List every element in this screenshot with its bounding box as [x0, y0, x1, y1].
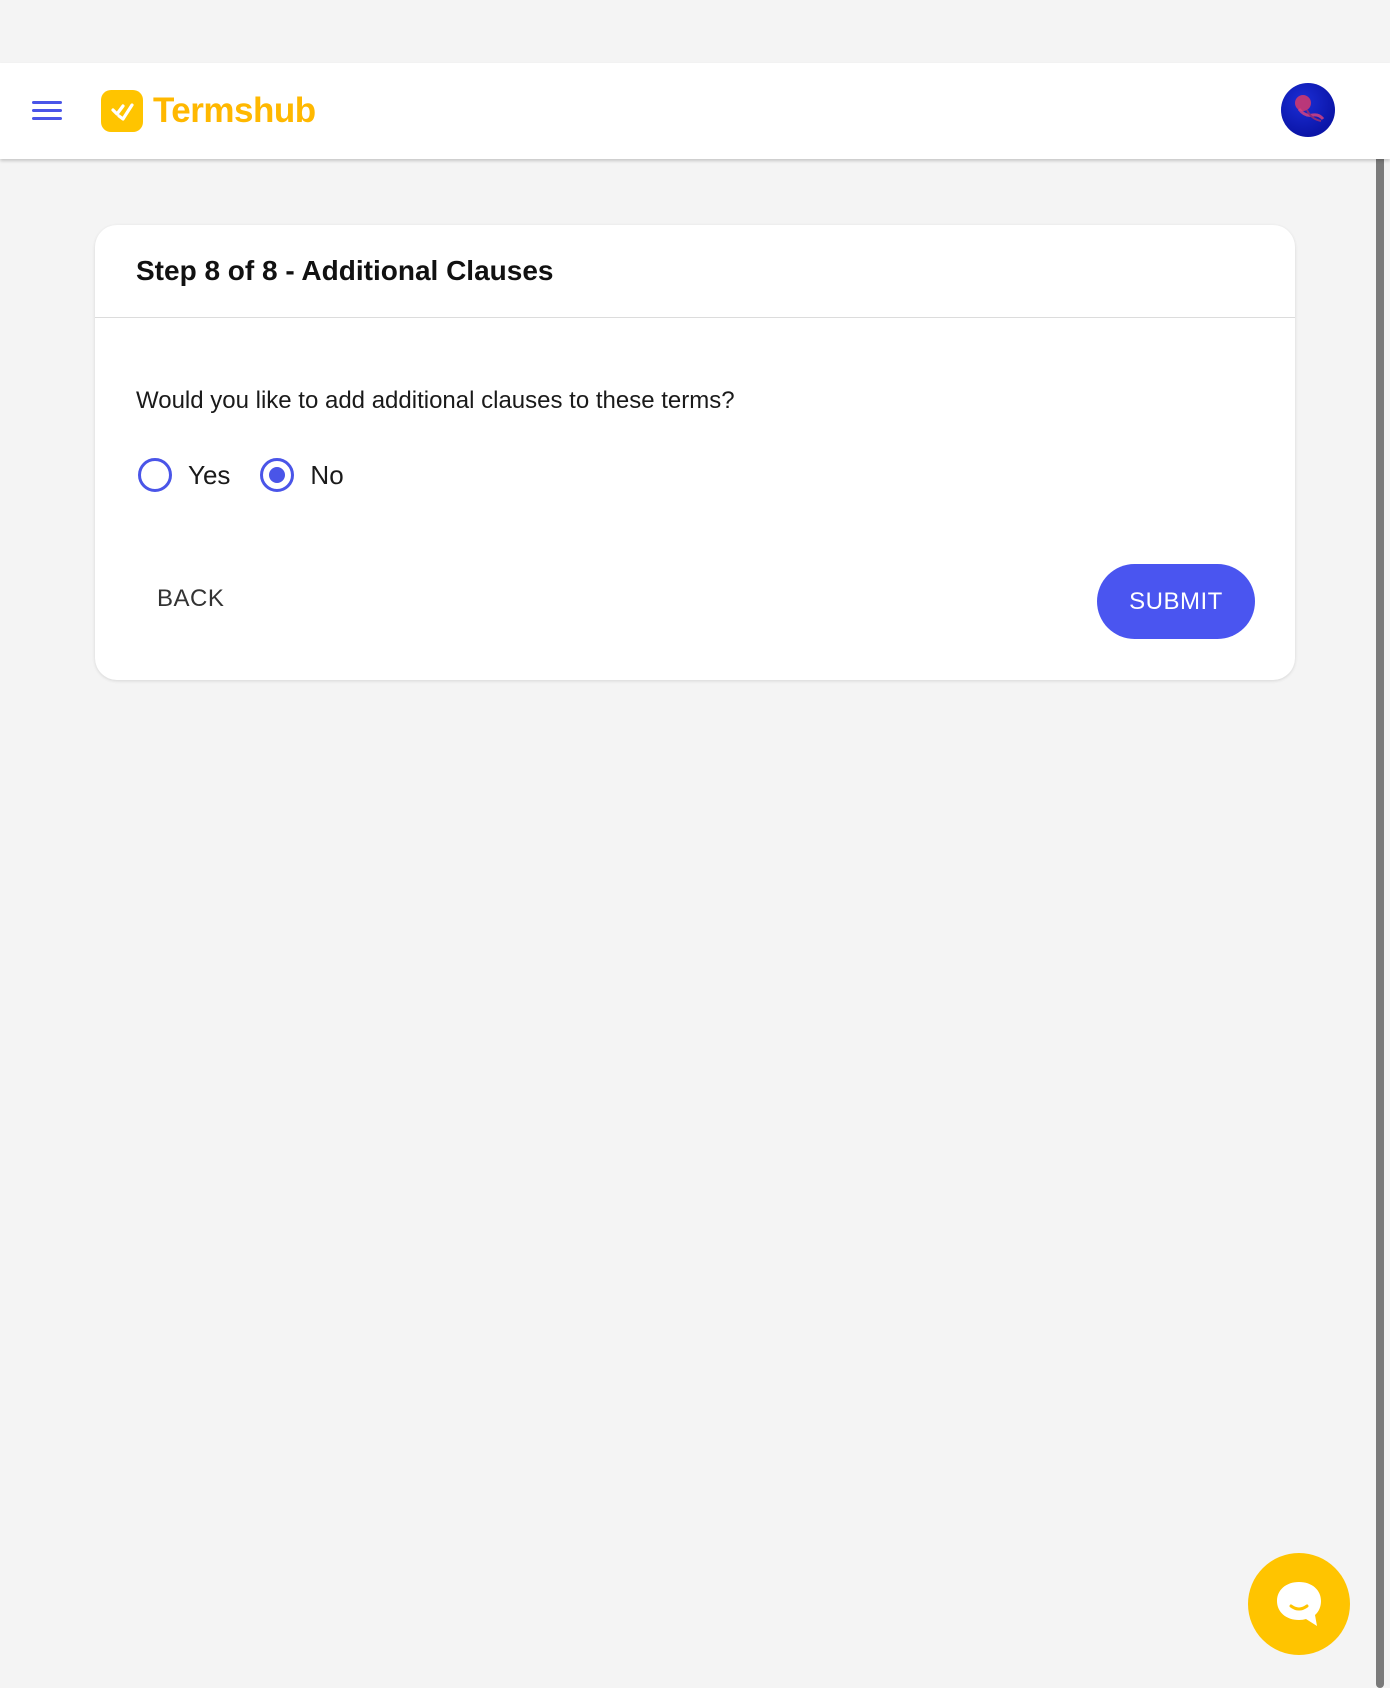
radio-option-yes[interactable]: Yes [138, 458, 230, 492]
termshub-logo[interactable]: Termshub [101, 90, 316, 132]
radio-button-no[interactable] [260, 458, 295, 492]
card-header: Step 8 of 8 - Additional Clauses [95, 225, 1295, 318]
step-card: Step 8 of 8 - Additional Clauses Would y… [95, 225, 1295, 680]
chat-launcher-button[interactable] [1248, 1553, 1350, 1655]
radio-label-no: No [310, 459, 344, 490]
user-avatar[interactable] [1281, 83, 1335, 137]
radio-button-yes[interactable] [138, 458, 172, 492]
chat-bubble-icon [1277, 1582, 1321, 1626]
vertical-scrollbar[interactable] [1376, 132, 1384, 1688]
radio-selected-dot [269, 467, 286, 483]
hamburger-menu-icon[interactable] [30, 97, 64, 123]
radio-option-no[interactable]: No [260, 458, 344, 492]
logo-checkmark-icon [101, 90, 143, 132]
logo-text: Termshub [153, 91, 316, 130]
step-title: Step 8 of 8 - Additional Clauses [136, 255, 554, 286]
submit-button[interactable]: SUBMIT [1097, 564, 1255, 639]
top-app-bar: Termshub [0, 63, 1390, 159]
additional-clauses-radio-group: Yes No [138, 458, 374, 492]
back-button[interactable]: BACK [157, 585, 224, 613]
radio-label-yes: Yes [188, 459, 231, 490]
additional-clauses-question: Would you like to add additional clauses… [136, 387, 735, 414]
